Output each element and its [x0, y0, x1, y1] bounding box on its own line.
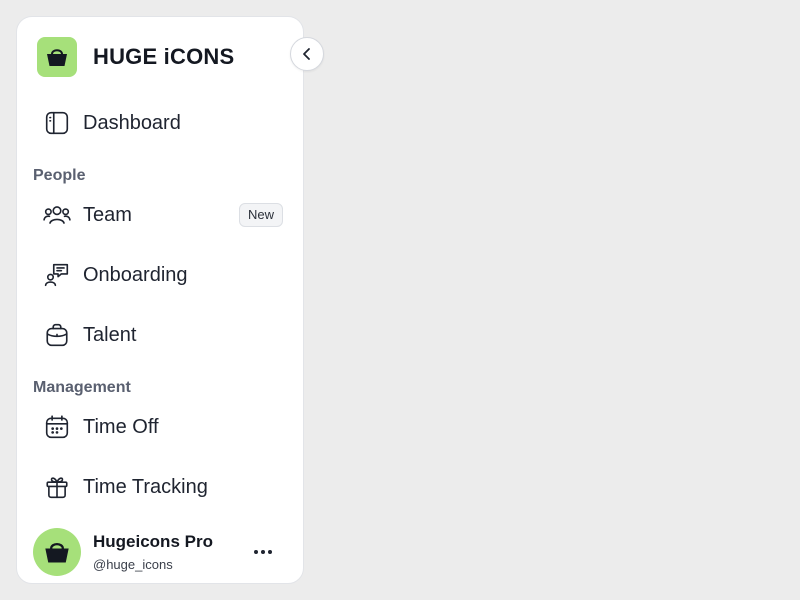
gift-icon	[43, 473, 71, 501]
nav-label-time-off: Time Off	[83, 415, 159, 438]
chevron-left-icon	[303, 48, 310, 60]
nav-label-talent: Talent	[83, 323, 137, 346]
nav-label-dashboard: Dashboard	[83, 111, 181, 134]
brand[interactable]: HUGE iCONS	[37, 37, 234, 77]
brand-title: HUGE iCONS	[93, 44, 235, 69]
user-profile[interactable]: Hugeicons Pro @huge_icons	[33, 528, 289, 576]
nav-label-onboarding: Onboarding	[83, 263, 188, 286]
avatar	[33, 528, 81, 576]
basket-logo-icon	[37, 37, 77, 77]
calendar-icon	[43, 413, 71, 441]
nav-item-onboarding[interactable]: Onboarding	[43, 257, 283, 293]
nav-item-team[interactable]: Team New	[43, 197, 283, 233]
collapse-sidebar-button[interactable]	[290, 37, 324, 71]
nav-label-time-tracking: Time Tracking	[83, 475, 208, 498]
nav-item-time-tracking[interactable]: Time Tracking	[43, 469, 283, 505]
more-options-icon[interactable]	[251, 544, 275, 560]
section-label-people: People	[33, 167, 86, 184]
basket-avatar-icon	[45, 542, 69, 563]
sidebar: HUGE iCONS Dashboard People Team New Onb…	[16, 16, 304, 584]
nav-item-dashboard[interactable]: Dashboard	[43, 105, 283, 141]
nav-item-time-off[interactable]: Time Off	[43, 409, 283, 445]
sidebar-layout-icon	[43, 109, 71, 137]
profile-text: Hugeicons Pro @huge_icons	[93, 532, 213, 572]
section-label-management: Management	[33, 379, 131, 396]
profile-name: Hugeicons Pro	[93, 532, 213, 551]
briefcase-icon	[43, 321, 71, 349]
profile-handle: @huge_icons	[93, 557, 173, 572]
new-badge: New	[238, 203, 283, 227]
nav-item-talent[interactable]: Talent	[43, 317, 283, 353]
nav-label-team: Team	[83, 203, 132, 226]
user-group-icon	[43, 201, 71, 229]
user-message-icon	[43, 261, 71, 289]
